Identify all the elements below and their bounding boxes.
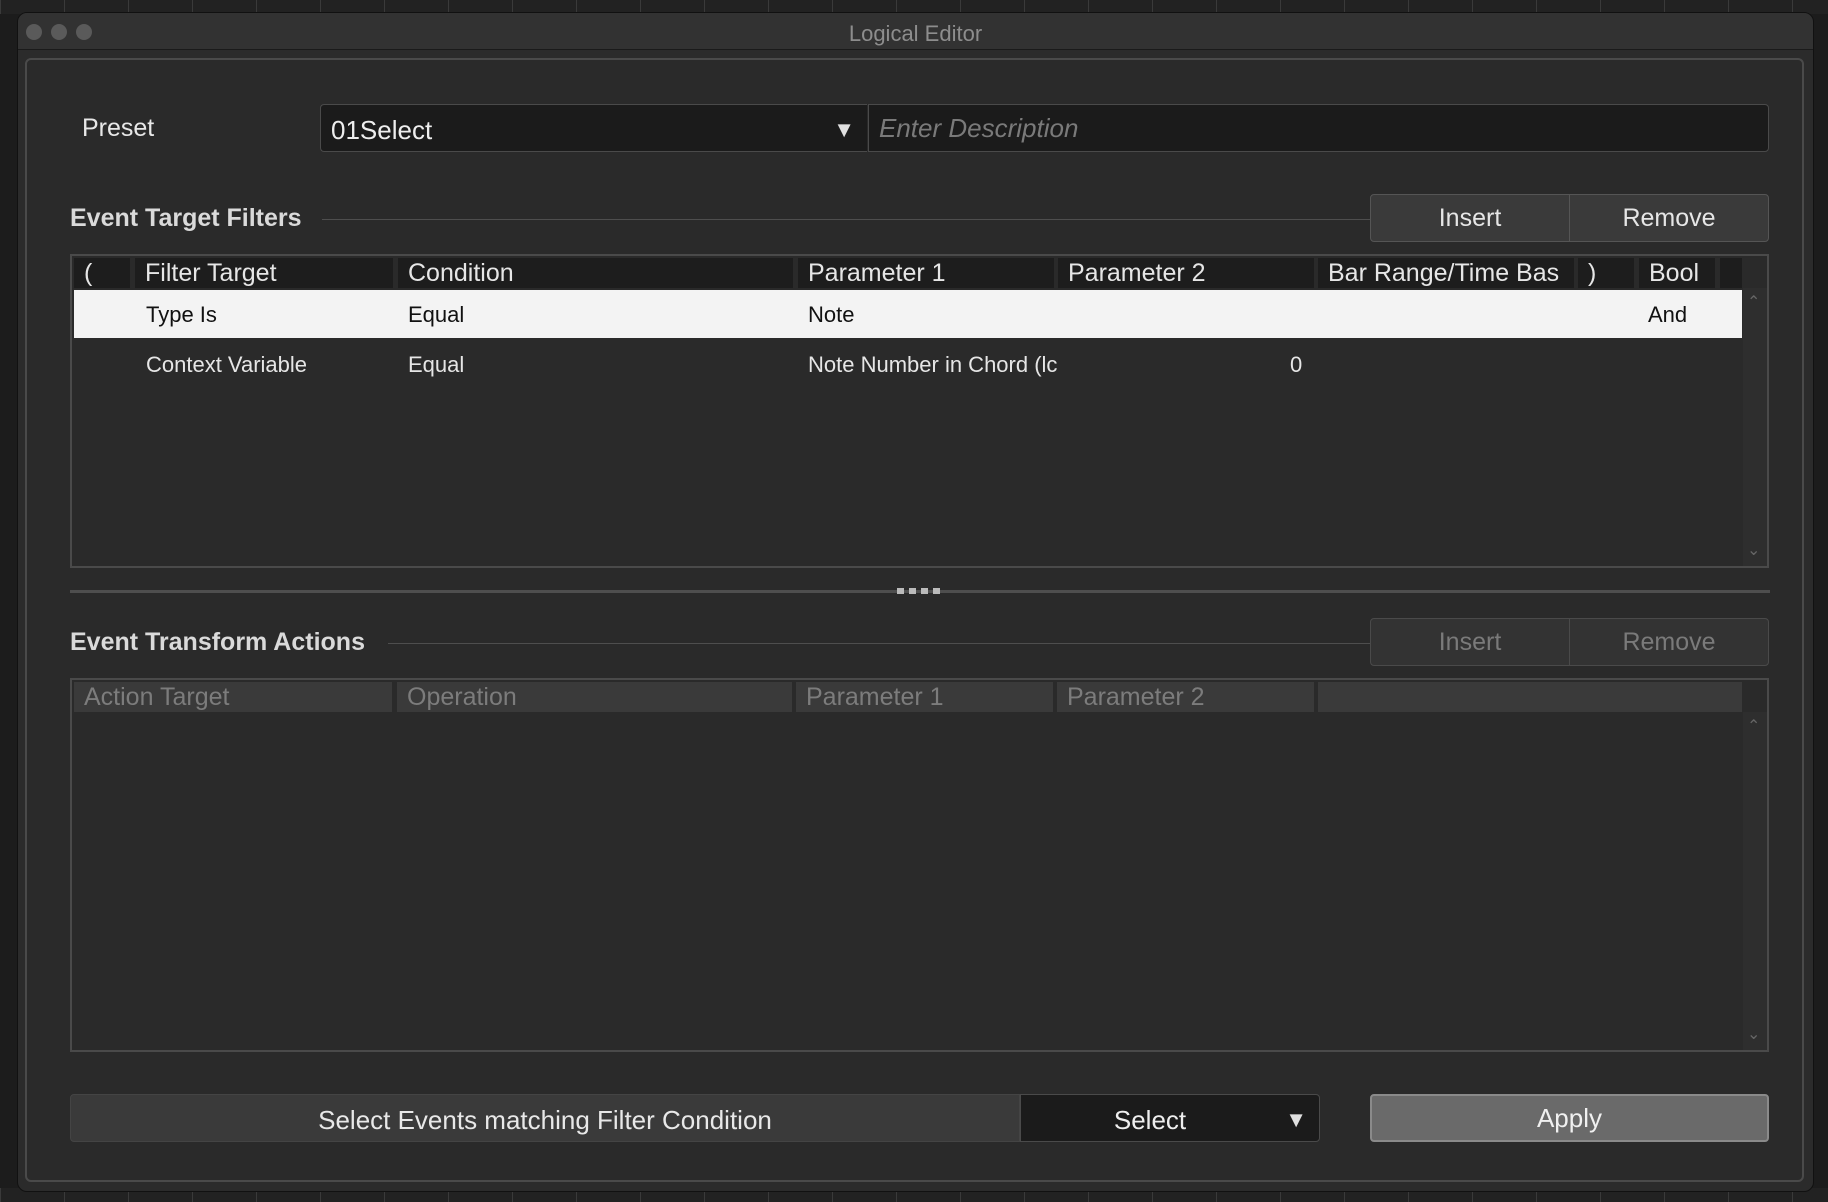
- column-header-parameter-2[interactable]: Parameter 2: [1058, 258, 1314, 288]
- actions-title-rule: [388, 643, 1370, 644]
- filters-vertical-scrollbar[interactable]: ⌃ ⌄: [1743, 288, 1767, 566]
- condition-cell[interactable]: Equal: [408, 352, 464, 378]
- condition-cell[interactable]: Equal: [408, 302, 464, 328]
- filter-target-cell[interactable]: Type Is: [146, 302, 217, 328]
- chevron-up-icon[interactable]: ⌃: [1747, 292, 1760, 312]
- triangle-down-icon: ▼: [833, 117, 855, 142]
- actions-table[interactable]: Action Target Operation Parameter 1 Para…: [70, 678, 1769, 1052]
- actions-insert-button[interactable]: Insert: [1370, 618, 1570, 666]
- filters-title-rule: [322, 219, 1370, 220]
- column-header-close-paren[interactable]: ): [1578, 258, 1634, 288]
- preset-label: Preset: [82, 114, 155, 142]
- actions-remove-button[interactable]: Remove: [1569, 618, 1769, 666]
- preset-dropdown[interactable]: 01Select ▼: [320, 104, 867, 152]
- filters-table-header: ( Filter Target Condition Parameter 1 Pa…: [72, 256, 1743, 288]
- chevron-down-icon[interactable]: ⌄: [1747, 540, 1760, 560]
- chevron-down-icon[interactable]: ⌄: [1747, 1024, 1760, 1044]
- triangle-down-icon: ▼: [1285, 1107, 1307, 1132]
- column-header-parameter-2[interactable]: Parameter 2: [1057, 682, 1314, 712]
- title-bar[interactable]: Logical Editor: [18, 13, 1813, 50]
- filters-remove-button[interactable]: Remove: [1569, 194, 1769, 242]
- function-description: Select Events matching Filter Condition: [70, 1094, 1020, 1142]
- column-header-filter-target[interactable]: Filter Target: [135, 258, 393, 288]
- filter-target-cell[interactable]: Context Variable: [146, 352, 307, 378]
- column-header-bool[interactable]: Bool: [1639, 258, 1715, 288]
- filters-section-title: Event Target Filters: [70, 204, 302, 232]
- bool-cell[interactable]: And: [1648, 302, 1687, 328]
- window-title: Logical Editor: [848, 21, 983, 46]
- function-dropdown[interactable]: Select ▼: [1020, 1094, 1320, 1142]
- apply-button[interactable]: Apply: [1370, 1094, 1769, 1142]
- actions-vertical-scrollbar[interactable]: ⌃ ⌄: [1743, 712, 1767, 1050]
- parameter-1-cell[interactable]: Note: [808, 302, 854, 328]
- filter-row[interactable]: Context Variable Equal Note Number in Ch…: [74, 340, 1742, 388]
- parameter-2-cell[interactable]: 0: [1290, 352, 1302, 378]
- function-description-text: Select Events matching Filter Condition: [318, 1105, 772, 1135]
- column-header-filler: [1720, 258, 1742, 288]
- column-header-open-paren[interactable]: (: [74, 258, 130, 288]
- preset-value: 01Select: [331, 115, 433, 145]
- filters-insert-button[interactable]: Insert: [1370, 194, 1570, 242]
- column-header-parameter-1[interactable]: Parameter 1: [798, 258, 1054, 288]
- column-header-action-target[interactable]: Action Target: [74, 682, 392, 712]
- function-value: Select: [1113, 1105, 1187, 1135]
- splitter-grip-handle[interactable]: [897, 588, 943, 594]
- parameter-1-cell[interactable]: Note Number in Chord (lc: [808, 352, 1058, 378]
- column-header-parameter-1[interactable]: Parameter 1: [796, 682, 1053, 712]
- description-input[interactable]: [868, 104, 1769, 152]
- actions-table-header: Action Target Operation Parameter 1 Para…: [72, 680, 1743, 712]
- column-header-operation[interactable]: Operation: [397, 682, 792, 712]
- chevron-up-icon[interactable]: ⌃: [1747, 716, 1760, 736]
- column-header-empty: [1318, 682, 1742, 712]
- filters-table[interactable]: ( Filter Target Condition Parameter 1 Pa…: [70, 254, 1769, 568]
- column-header-bar-range[interactable]: Bar Range/Time Bas: [1318, 258, 1574, 288]
- filter-row[interactable]: Type Is Equal Note And: [74, 290, 1742, 338]
- column-header-condition[interactable]: Condition: [398, 258, 793, 288]
- actions-section-title: Event Transform Actions: [70, 628, 365, 656]
